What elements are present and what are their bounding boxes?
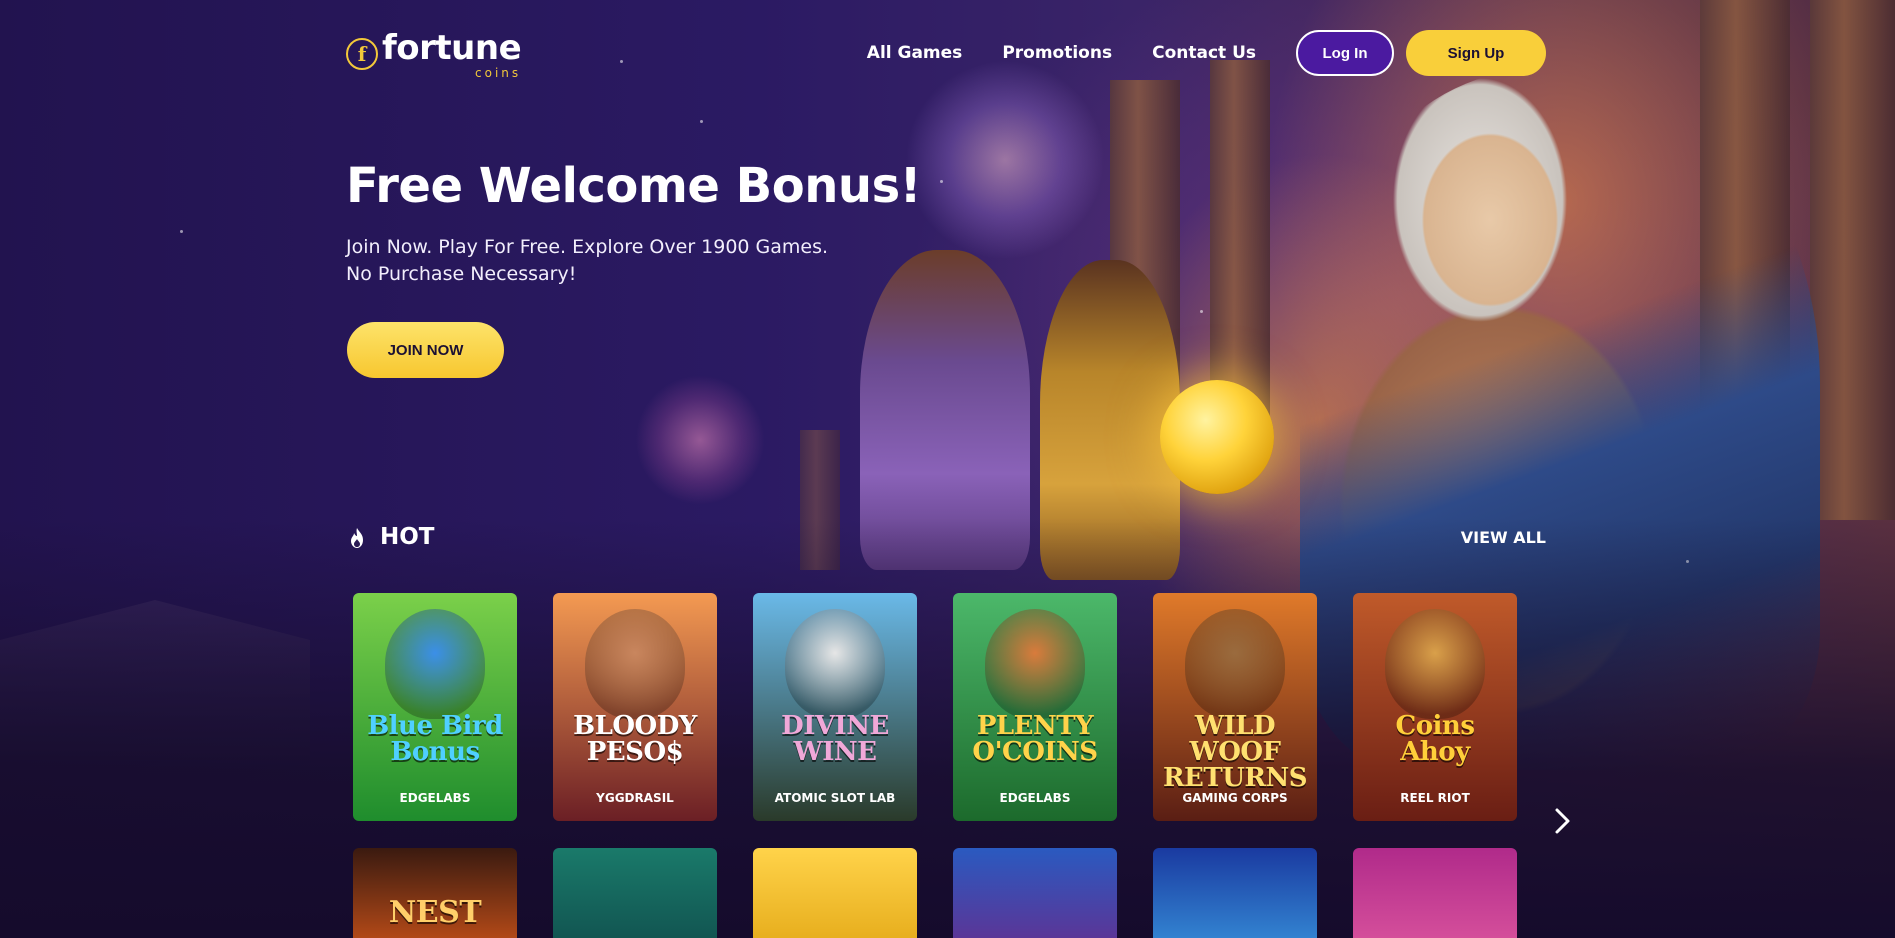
game-character [585, 609, 685, 719]
temple-column [1810, 0, 1895, 520]
game-title-line-2: Ahoy [1400, 737, 1470, 767]
game-provider: ATOMIC SLOT LAB [774, 791, 896, 805]
game-tile[interactable] [553, 848, 717, 938]
game-character [1385, 609, 1485, 719]
game-character [385, 609, 485, 719]
star [940, 180, 943, 183]
star [1200, 310, 1203, 313]
logo-sub: coins [475, 66, 522, 80]
game-tile[interactable] [1153, 848, 1317, 938]
game-title: Coins Ahoy [1353, 713, 1517, 765]
logo-wordmark: fortune coins [382, 28, 522, 80]
game-title: PLENTY O'COINS [953, 713, 1117, 765]
game-provider: REEL RIOT [1400, 791, 1470, 805]
game-title-line-1: DIVINE [781, 711, 889, 741]
game-provider: EDGELABS [399, 791, 471, 805]
gold-coin [1160, 380, 1274, 494]
game-tile[interactable] [953, 848, 1117, 938]
hot-label: HOT [380, 524, 435, 550]
join-now-button[interactable]: JOIN NOW [347, 322, 504, 378]
game-tile[interactable]: DIVINE WINE ATOMIC SLOT LAB [753, 593, 917, 821]
view-all-link[interactable]: VIEW ALL [1461, 528, 1546, 547]
game-tile[interactable]: Coins Ahoy REEL RIOT [1353, 593, 1517, 821]
game-provider: EDGELABS [999, 791, 1071, 805]
logo-coin-icon: f [346, 38, 378, 70]
game-art [1153, 848, 1317, 938]
hero-subtitle: Join Now. Play For Free. Explore Over 19… [346, 234, 828, 288]
game-tile[interactable] [753, 848, 917, 938]
game-provider: YGGDRASIL [596, 791, 674, 805]
game-art [753, 848, 917, 938]
game-title-line-1: BLOODY [573, 711, 697, 741]
game-title: NEST [388, 895, 482, 930]
temple-column [1210, 60, 1270, 420]
game-character [985, 609, 1085, 719]
game-title-line-2: RETURNS [1162, 763, 1308, 793]
game-title: DIVINE WINE [753, 713, 917, 765]
game-title-line-2: PESO$ [586, 737, 684, 767]
logo[interactable]: f fortune coins [346, 28, 522, 80]
game-tile[interactable]: Blue Bird Bonus EDGELABS [353, 593, 517, 821]
flame-icon [351, 528, 363, 548]
star [180, 230, 183, 233]
background-fade [0, 518, 1895, 938]
game-title-line-1: WILD WOOF [1189, 711, 1281, 767]
game-title-line-2: WINE [793, 737, 877, 767]
game-tile[interactable]: WILD WOOF RETURNS GAMING CORPS [1153, 593, 1317, 821]
hot-section-header: HOT VIEW ALL [346, 524, 1546, 554]
game-character [785, 609, 885, 719]
hero-title: Free Welcome Bonus! [346, 158, 922, 214]
game-tile[interactable]: NEST [353, 848, 517, 938]
game-title-line-1: PLENTY [976, 711, 1094, 741]
game-title-line-1: Blue Bird [367, 711, 503, 741]
nav-promotions[interactable]: Promotions [1002, 43, 1112, 63]
game-title: WILD WOOF RETURNS [1153, 713, 1317, 791]
game-title: BLOODY PESO$ [553, 713, 717, 765]
game-title: Blue Bird Bonus [353, 713, 517, 765]
hero-line-1: Join Now. Play For Free. Explore Over 19… [346, 236, 829, 258]
game-provider: GAMING CORPS [1182, 791, 1288, 805]
game-title-line-2: Bonus [390, 737, 480, 767]
game-tile[interactable]: PLENTY O'COINS EDGELABS [953, 593, 1117, 821]
game-character [1185, 609, 1285, 719]
game-title-line-2: O'COINS [972, 737, 1098, 767]
game-art [553, 848, 717, 938]
game-art [953, 848, 1117, 938]
game-title-line-1: Coins [1395, 711, 1475, 741]
firework [635, 375, 765, 505]
site-header: f fortune coins All Games Promotions Con… [346, 26, 1546, 80]
chevron-right-icon[interactable] [1550, 806, 1574, 836]
logo-name: fortune [382, 28, 522, 68]
hero-line-2: No Purchase Necessary! [346, 263, 577, 285]
main-nav: All Games Promotions Contact Us Log In S… [867, 30, 1546, 76]
nav-contact-us[interactable]: Contact Us [1152, 43, 1256, 63]
star [700, 120, 703, 123]
signup-button[interactable]: Sign Up [1406, 30, 1546, 76]
game-tile[interactable] [1353, 848, 1517, 938]
game-art [1353, 848, 1517, 938]
firework [905, 60, 1105, 260]
login-button[interactable]: Log In [1296, 30, 1394, 76]
nav-all-games[interactable]: All Games [867, 43, 963, 63]
game-tile[interactable]: BLOODY PESO$ YGGDRASIL [553, 593, 717, 821]
